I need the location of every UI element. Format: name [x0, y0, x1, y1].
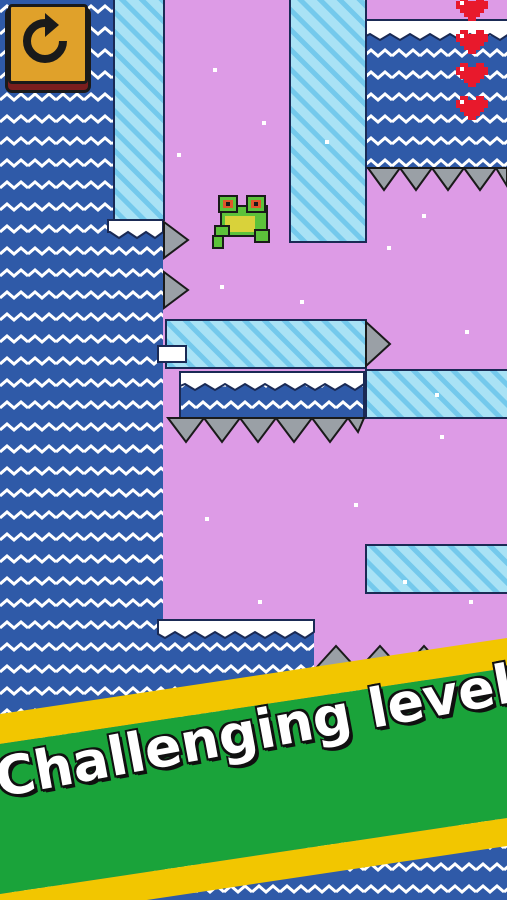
heart-icon: [456, 0, 488, 30]
game-scene: [0, 0, 507, 900]
heart-icon: [456, 29, 488, 63]
restart-arrow-icon: [23, 13, 67, 63]
heart-icon: [456, 95, 488, 129]
restart-button[interactable]: [8, 4, 88, 84]
heart-icon: [456, 62, 488, 96]
